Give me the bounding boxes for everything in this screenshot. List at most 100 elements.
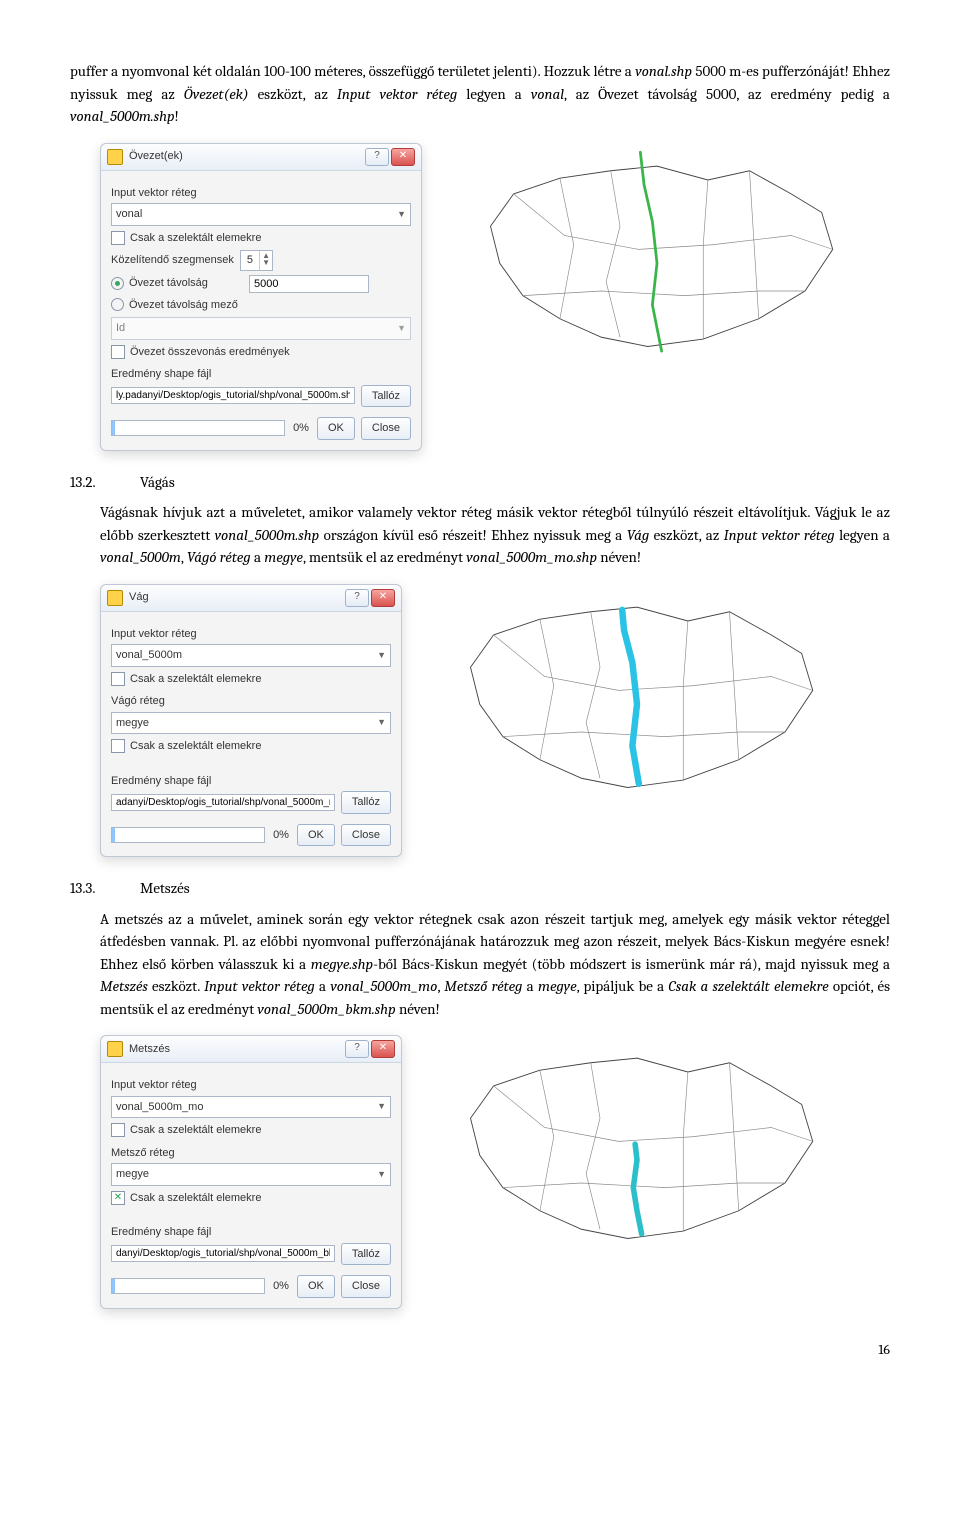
text: eszközt, az xyxy=(249,85,337,103)
intro-paragraph: puffer a nyomvonal két oldalán 100-100 m… xyxy=(70,60,890,128)
sec3-paragraph: A metszés az a művelet, aminek során egy… xyxy=(100,908,890,1021)
text: a xyxy=(251,548,265,566)
browse-button[interactable]: Tallóz xyxy=(341,791,391,814)
combo-value: megye xyxy=(116,715,149,732)
buffer-field-radio[interactable] xyxy=(111,298,124,311)
input-layer-label: Input vektor réteg xyxy=(111,185,411,202)
browse-button[interactable]: Tallóz xyxy=(361,385,411,408)
dialog-title: Övezet(ek) xyxy=(129,148,365,165)
filename: vonal.shp xyxy=(635,62,692,80)
buffer-field-combo[interactable]: Id ▼ xyxy=(111,317,411,340)
only-selected-checkbox[interactable] xyxy=(111,1123,125,1137)
only-selected-checkbox[interactable] xyxy=(111,672,125,686)
buffer-distance-input[interactable] xyxy=(249,275,369,293)
only-selected-label-2: Csak a szelektált elemekre xyxy=(130,738,261,755)
output-path-input[interactable] xyxy=(111,1245,335,1262)
param-name: Input vektor réteg xyxy=(204,977,315,995)
progress-percent: 0% xyxy=(273,827,289,844)
only-selected-label: Csak a szelektált elemekre xyxy=(130,671,261,688)
help-button[interactable]: ? xyxy=(365,148,389,166)
param-name: Vágó réteg xyxy=(187,548,251,566)
text: , pipáljuk be a xyxy=(577,977,669,995)
input-layer-combo[interactable]: vonal_5000m_mo ▼ xyxy=(111,1096,391,1119)
progress-bar xyxy=(111,827,265,843)
text: a xyxy=(522,977,538,995)
spinner-value: 5 xyxy=(241,251,259,270)
value: vonal xyxy=(531,85,564,103)
spinner-arrows-icon[interactable]: ▲▼ xyxy=(259,251,272,270)
ok-button[interactable]: OK xyxy=(297,1275,335,1298)
only-selected-label-2: Csak a szelektált elemekre xyxy=(130,1190,261,1207)
dialog-title: Vág xyxy=(129,589,345,606)
option-name: Csak a szelektált elemekre xyxy=(668,977,828,995)
close-button[interactable]: Close xyxy=(341,824,391,847)
input-layer-combo[interactable]: vonal_5000m ▼ xyxy=(111,644,391,667)
chevron-down-icon: ▼ xyxy=(397,322,406,336)
progress-percent: 0% xyxy=(293,420,309,437)
intersect-layer-combo[interactable]: megye ▼ xyxy=(111,1163,391,1186)
output-path-input[interactable] xyxy=(111,794,335,811)
app-icon xyxy=(107,590,123,606)
text: ! xyxy=(175,107,179,125)
value: vonal_5000m_mo xyxy=(330,977,437,995)
text: legyen a xyxy=(835,526,890,544)
buffer-field-label: Övezet távolság mező xyxy=(129,297,238,314)
output-label: Eredmény shape fájl xyxy=(111,366,411,383)
map-hungary-buffer xyxy=(472,143,842,356)
input-layer-combo[interactable]: vonal ▼ xyxy=(111,203,411,226)
filename: vonal_5000m.shp xyxy=(215,526,320,544)
ok-button[interactable]: OK xyxy=(317,417,355,440)
approx-segments-label: Közelítendő szegmensek xyxy=(111,252,234,269)
text: , az Övezet távolság 5000, az eredmény p… xyxy=(564,85,890,103)
help-button[interactable]: ? xyxy=(345,589,369,607)
input-layer-label: Input vektor réteg xyxy=(111,626,391,643)
filename: megye.shp xyxy=(311,955,373,973)
value: megye xyxy=(264,548,303,566)
text: országon kívül eső részeit! Ehhez nyissu… xyxy=(319,526,627,544)
dissolve-checkbox[interactable] xyxy=(111,345,125,359)
close-button[interactable]: ✕ xyxy=(371,1040,395,1058)
text: -ből Bács-Kiskun megyét (több módszert i… xyxy=(373,955,890,973)
intersect-dialog: Metszés ? ✕ Input vektor réteg vonal_500… xyxy=(100,1035,402,1309)
close-button[interactable]: Close xyxy=(361,417,411,440)
help-button[interactable]: ? xyxy=(345,1040,369,1058)
map-hungary-clip xyxy=(452,584,822,797)
close-button[interactable]: Close xyxy=(341,1275,391,1298)
dialog-titlebar[interactable]: Vág ? ✕ xyxy=(101,585,401,612)
section-number: 13.3. xyxy=(70,877,140,900)
output-label: Eredmény shape fájl xyxy=(111,1224,391,1241)
section-title: Metszés xyxy=(140,877,190,900)
app-icon xyxy=(107,149,123,165)
browse-button[interactable]: Tallóz xyxy=(341,1243,391,1266)
chevron-down-icon: ▼ xyxy=(377,1100,386,1114)
approx-segments-spinner[interactable]: 5 ▲▼ xyxy=(240,250,273,271)
param-name: Metsző réteg xyxy=(444,977,522,995)
buffer-distance-radio[interactable] xyxy=(111,277,124,290)
value: vonal_5000m xyxy=(100,548,181,566)
close-button[interactable]: ✕ xyxy=(371,589,395,607)
combo-value: megye xyxy=(116,1166,149,1183)
text: puffer a nyomvonal két oldalán 100-100 m… xyxy=(70,62,635,80)
chevron-down-icon: ▼ xyxy=(377,716,386,730)
ok-button[interactable]: OK xyxy=(297,824,335,847)
filename: vonal_5000m_mo.shp xyxy=(466,548,597,566)
clip-layer-combo[interactable]: megye ▼ xyxy=(111,712,391,735)
map-hungary-intersect xyxy=(452,1035,822,1248)
section-number: 13.2. xyxy=(70,471,140,494)
intersect-layer-label: Metsző réteg xyxy=(111,1145,391,1162)
only-selected-checkbox-2[interactable] xyxy=(111,739,125,753)
progress-bar xyxy=(111,1278,265,1294)
only-selected-checkbox[interactable] xyxy=(111,231,125,245)
only-selected-checkbox-2[interactable]: ✕ xyxy=(111,1191,125,1205)
dialog-titlebar[interactable]: Övezet(ek) ? ✕ xyxy=(101,144,421,171)
text: a xyxy=(315,977,331,995)
tool-name: Metszés xyxy=(100,977,148,995)
filename: vonal_5000m.shp xyxy=(70,107,175,125)
close-button[interactable]: ✕ xyxy=(391,148,415,166)
page-number: 16 xyxy=(70,1339,890,1360)
dialog-titlebar[interactable]: Metszés ? ✕ xyxy=(101,1036,401,1063)
only-selected-label: Csak a szelektált elemekre xyxy=(130,1122,261,1139)
output-path-input[interactable] xyxy=(111,387,355,404)
sec2-paragraph: Vágásnak hívjuk azt a műveletet, amikor … xyxy=(100,501,890,569)
filename: vonal_5000m_bkm.shp xyxy=(257,1000,395,1018)
